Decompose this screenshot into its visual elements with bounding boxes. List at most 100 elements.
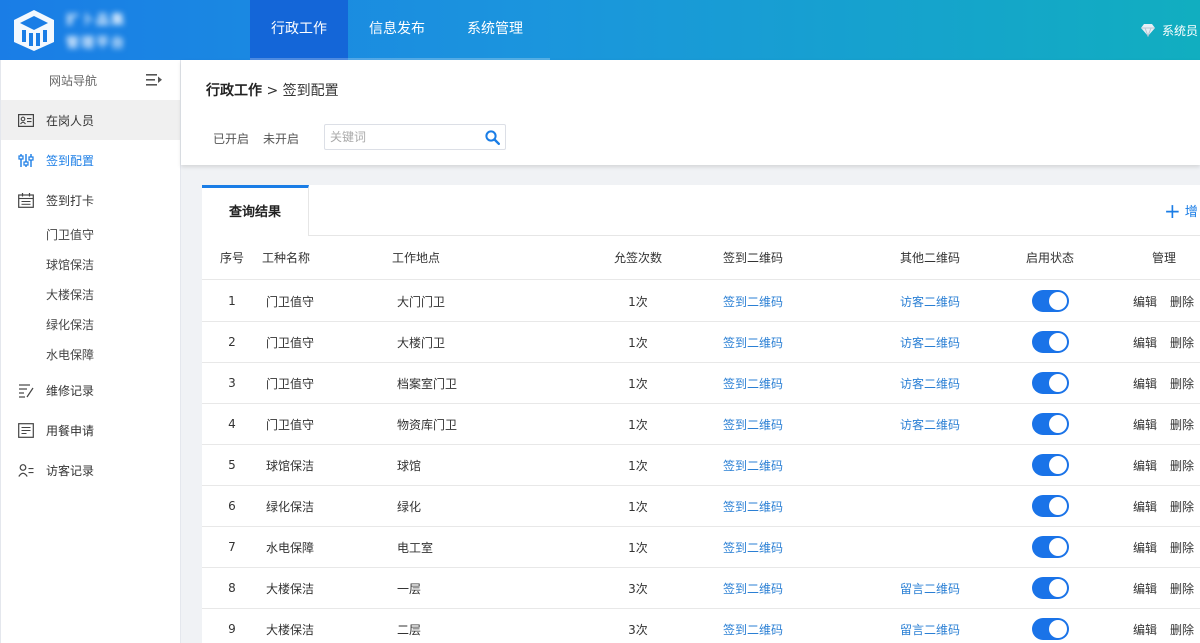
table-row: 3 门卫值守 档案室门卫 1次 签到二维码 访客二维码 编辑 删除 <box>202 363 1200 404</box>
row-location: 二层 <box>397 622 422 637</box>
delete-button[interactable]: 删除 <box>1170 498 1194 515</box>
filter-disabled[interactable]: 未开启 <box>263 130 299 147</box>
logo-text-line1: 扩卜品集 <box>66 13 127 28</box>
status-toggle[interactable] <box>1031 536 1069 558</box>
edit-button[interactable]: 编辑 <box>1133 375 1157 392</box>
search-box <box>324 124 506 150</box>
add-button-label: 增 <box>1184 205 1198 220</box>
edit-button[interactable]: 编辑 <box>1133 334 1157 351</box>
logo-text: 扩卜品集 管理平台 <box>66 9 126 51</box>
sidebar-item-on-duty-staff[interactable]: 在岗人员 <box>1 100 180 140</box>
row-index: 4 <box>228 417 236 431</box>
sidebar-item-visitor-records[interactable]: 访客记录 <box>1 450 180 490</box>
row-allowed-count: 1次 <box>628 294 648 309</box>
edit-button[interactable]: 编辑 <box>1133 539 1157 556</box>
other-qr-link[interactable]: 访客二维码 <box>900 334 960 351</box>
top-header: 扩卜品集 管理平台 行政工作 信息发布 系统管理 系统员 <box>0 0 1200 61</box>
calendar-icon <box>17 191 35 209</box>
status-toggle[interactable] <box>1031 454 1069 476</box>
edit-button[interactable]: 编辑 <box>1133 580 1157 597</box>
other-qr-link[interactable]: 留言二维码 <box>900 621 960 638</box>
breadcrumb-parent[interactable]: 行政工作 <box>206 83 262 99</box>
nav-admin-work[interactable]: 行政工作 <box>250 0 348 60</box>
sidebar-item-signin-punch[interactable]: 签到打卡 <box>1 180 180 220</box>
signin-qr-link[interactable]: 签到二维码 <box>723 375 783 392</box>
search-icon[interactable] <box>485 130 500 145</box>
signin-qr-link[interactable]: 签到二维码 <box>723 580 783 597</box>
delete-button[interactable]: 删除 <box>1170 580 1194 597</box>
sidebar-subitem-gate-guard[interactable]: 门卫值守 <box>1 220 180 250</box>
signin-qr-link[interactable]: 签到二维码 <box>723 457 783 474</box>
edit-button[interactable]: 编辑 <box>1133 457 1157 474</box>
user-name: 系统员 <box>1161 23 1198 38</box>
row-index: 2 <box>228 335 236 349</box>
row-location: 大门门卫 <box>397 294 446 309</box>
col-header-index: 序号 <box>220 251 245 265</box>
delete-button[interactable]: 删除 <box>1170 416 1194 433</box>
delete-button[interactable]: 删除 <box>1170 539 1194 556</box>
nav-system-management[interactable]: 系统管理 <box>446 0 544 60</box>
status-toggle[interactable] <box>1031 413 1069 435</box>
row-index: 1 <box>228 294 236 308</box>
sidebar-subitem-building-cleaning[interactable]: 大楼保洁 <box>1 280 180 310</box>
sidebar-item-signin-config[interactable]: 签到配置 <box>1 140 180 180</box>
sidebar-item-repair-records[interactable]: 维修记录 <box>1 370 180 410</box>
sidebar-subitem-green-cleaning[interactable]: 绿化保洁 <box>1 310 180 340</box>
logo[interactable]: 扩卜品集 管理平台 <box>0 0 180 60</box>
table-row: 8 大楼保洁 一层 3次 签到二维码 留言二维码 编辑 删除 <box>202 568 1200 609</box>
row-allowed-count: 1次 <box>628 417 648 432</box>
id-card-icon <box>17 111 35 129</box>
row-location: 档案室门卫 <box>397 376 458 391</box>
add-button[interactable]: + 增 <box>1164 201 1198 221</box>
filter-enabled[interactable]: 已开启 <box>213 130 249 147</box>
breadcrumb: 行政工作 > 签到配置 <box>206 80 339 100</box>
delete-button[interactable]: 删除 <box>1170 293 1194 310</box>
nav-info-publish[interactable]: 信息发布 <box>348 0 446 60</box>
signin-qr-link[interactable]: 签到二维码 <box>723 416 783 433</box>
edit-button[interactable]: 编辑 <box>1133 416 1157 433</box>
user-menu[interactable]: 系统员 <box>1140 0 1198 60</box>
delete-button[interactable]: 删除 <box>1170 457 1194 474</box>
status-toggle[interactable] <box>1031 372 1069 394</box>
col-header-allowed-count: 允签次数 <box>613 251 662 265</box>
status-toggle[interactable] <box>1031 290 1069 312</box>
row-allowed-count: 3次 <box>628 581 648 596</box>
table-row: 9 大楼保洁 二层 3次 签到二维码 留言二维码 编辑 删除 <box>202 609 1200 643</box>
status-toggle[interactable] <box>1031 618 1069 640</box>
col-header-signin-qr: 签到二维码 <box>722 251 783 265</box>
tab-query-results[interactable]: 查询结果 <box>202 185 309 236</box>
row-index: 3 <box>228 376 236 390</box>
signin-qr-link[interactable]: 签到二维码 <box>723 334 783 351</box>
row-job-name: 绿化保洁 <box>266 499 315 514</box>
edit-button[interactable]: 编辑 <box>1133 293 1157 310</box>
table-row: 5 球馆保洁 球馆 1次 签到二维码 编辑 删除 <box>202 445 1200 486</box>
signin-qr-link[interactable]: 签到二维码 <box>723 498 783 515</box>
signin-qr-link[interactable]: 签到二维码 <box>723 293 783 310</box>
table-row: 1 门卫值守 大门门卫 1次 签到二维码 访客二维码 编辑 删除 <box>202 281 1200 322</box>
other-qr-link[interactable]: 访客二维码 <box>900 416 960 433</box>
delete-button[interactable]: 删除 <box>1170 375 1194 392</box>
collapse-menu-icon[interactable] <box>146 73 162 87</box>
sidebar-item-label: 访客记录 <box>46 463 95 478</box>
delete-button[interactable]: 删除 <box>1170 334 1194 351</box>
status-toggle[interactable] <box>1031 331 1069 353</box>
delete-button[interactable]: 删除 <box>1170 621 1194 638</box>
signin-qr-link[interactable]: 签到二维码 <box>723 539 783 556</box>
other-qr-link[interactable]: 访客二维码 <box>900 375 960 392</box>
other-qr-link[interactable]: 访客二维码 <box>900 293 960 310</box>
status-toggle[interactable] <box>1031 577 1069 599</box>
edit-button[interactable]: 编辑 <box>1133 621 1157 638</box>
status-toggle[interactable] <box>1031 495 1069 517</box>
edit-button[interactable]: 编辑 <box>1133 498 1157 515</box>
search-input[interactable] <box>325 125 475 149</box>
row-location: 绿化 <box>397 499 422 514</box>
other-qr-link[interactable]: 留言二维码 <box>900 580 960 597</box>
top-nav: 行政工作 信息发布 系统管理 <box>250 0 544 60</box>
signin-qr-link[interactable]: 签到二维码 <box>723 621 783 638</box>
building-logo-icon <box>14 10 54 51</box>
sidebar-item-label: 在岗人员 <box>46 113 95 128</box>
sidebar-item-meal-request[interactable]: 用餐申请 <box>1 410 180 450</box>
sidebar-subitem-court-cleaning[interactable]: 球馆保洁 <box>1 250 180 280</box>
sidebar-subitem-utility-support[interactable]: 水电保障 <box>1 340 180 370</box>
row-index: 7 <box>228 540 236 554</box>
